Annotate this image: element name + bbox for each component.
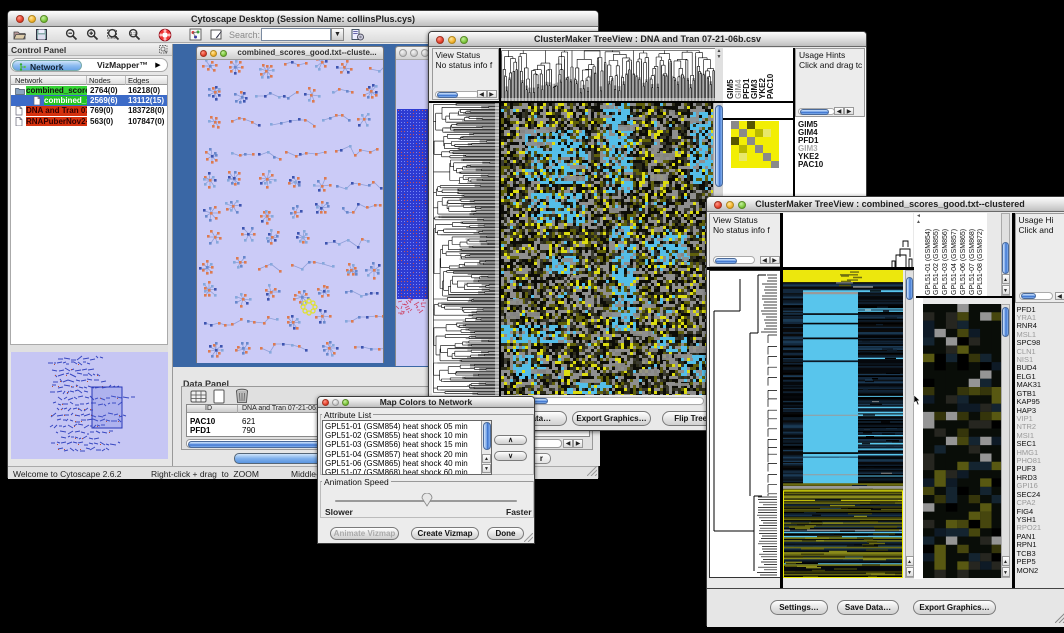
svg-text:1:1: 1:1 (130, 31, 137, 36)
